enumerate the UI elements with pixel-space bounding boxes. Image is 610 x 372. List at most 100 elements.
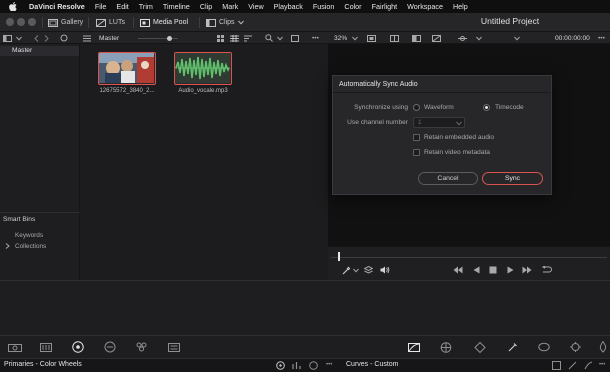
eyedropper-icon[interactable] [342, 266, 351, 275]
panel-layout-icon[interactable] [3, 33, 12, 43]
log-icon[interactable] [309, 361, 318, 370]
curve-options-icon[interactable] [584, 361, 593, 370]
menu-color[interactable]: Color [344, 2, 361, 11]
motion-effects-icon[interactable] [168, 343, 180, 352]
chevron-down-icon[interactable] [352, 33, 358, 43]
clip-name-audio[interactable]: Audio_vocale.mp3 [170, 88, 236, 94]
slider-handle[interactable] [167, 36, 172, 41]
loop-icon[interactable] [541, 266, 552, 274]
menu-file[interactable]: File [95, 2, 107, 11]
waveform-label[interactable]: Waveform [424, 104, 454, 111]
search-icon[interactable] [265, 33, 273, 43]
clip-name-video[interactable]: 12675572_3840_2... [94, 88, 160, 94]
metadata-icon[interactable] [291, 33, 299, 43]
retain-embedded-audio-label[interactable]: Retain embedded audio [424, 134, 494, 141]
tracker-icon[interactable] [538, 342, 550, 352]
forward-arrow-icon[interactable] [44, 33, 49, 43]
menu-timeline[interactable]: Timeline [163, 2, 190, 11]
color-warper-icon[interactable] [440, 342, 452, 353]
retain-video-metadata-label[interactable]: Retain video metadata [424, 149, 490, 156]
link-icon[interactable] [60, 33, 68, 43]
channel-number-label: Use channel number [347, 119, 408, 126]
reset-icon[interactable] [276, 361, 285, 370]
window-icon[interactable] [508, 342, 518, 352]
scrubber-track[interactable] [331, 257, 607, 258]
menu-mark[interactable]: Mark [222, 2, 238, 11]
color-match-icon[interactable] [40, 343, 52, 352]
smart-bin-collections[interactable]: Collections [15, 243, 46, 250]
menu-fusion[interactable]: Fusion [313, 2, 335, 11]
color-wheels-icon[interactable] [72, 341, 84, 353]
cancel-button[interactable]: Cancel [418, 172, 478, 185]
more-options-icon[interactable]: ••• [599, 361, 605, 368]
viewer-mode-icon[interactable] [367, 33, 376, 43]
thumbnail-view-icon[interactable] [217, 33, 225, 43]
more-options-icon[interactable]: ••• [598, 33, 605, 43]
volume-icon[interactable] [380, 266, 390, 274]
qualifier-icon[interactable] [474, 342, 486, 353]
bars-icon[interactable] [292, 361, 301, 370]
menu-fairlight[interactable]: Fairlight [372, 2, 398, 11]
playhead[interactable] [338, 252, 340, 261]
more-options-icon[interactable]: ••• [326, 361, 332, 368]
gang-icon[interactable] [458, 33, 467, 43]
timecode-label[interactable]: Timecode [495, 104, 524, 111]
split-view-icon[interactable] [390, 33, 399, 43]
timecode-radio[interactable] [483, 104, 490, 111]
zoom-level[interactable]: 32% [334, 33, 347, 43]
wipe-icon[interactable] [432, 33, 441, 43]
camera-raw-icon[interactable] [8, 343, 22, 352]
layers-icon[interactable] [364, 266, 373, 274]
rgb-mixer-icon[interactable] [136, 342, 147, 352]
clips-button[interactable]: Clips [206, 16, 244, 29]
gallery-button[interactable]: Gallery [48, 16, 83, 29]
smart-bin-keywords[interactable]: Keywords [15, 232, 43, 239]
more-options-icon[interactable]: ••• [312, 33, 319, 43]
chevron-down-icon[interactable] [277, 33, 283, 43]
retain-video-metadata-checkbox[interactable] [413, 149, 420, 156]
menu-edit[interactable]: Edit [116, 2, 128, 11]
play-reverse-icon[interactable] [473, 266, 480, 274]
menu-view[interactable]: View [248, 2, 263, 11]
menu-playback[interactable]: Playback [274, 2, 303, 11]
reset-curves-icon[interactable] [568, 361, 577, 370]
hdr-wheels-icon[interactable] [104, 341, 116, 353]
curve-link-icon[interactable] [552, 361, 561, 370]
media-pool-button[interactable]: Media Pool [140, 16, 188, 29]
list-view-icon[interactable] [83, 33, 91, 43]
magic-mask-icon[interactable] [570, 342, 581, 352]
minimize-window-button[interactable] [17, 18, 25, 26]
sort-icon[interactable] [244, 33, 252, 43]
menu-clip[interactable]: Clip [200, 2, 212, 11]
chevron-down-icon[interactable] [353, 268, 359, 273]
chevron-down-icon[interactable] [16, 33, 22, 43]
clip-thumbnail-audio[interactable] [174, 52, 232, 85]
menu-help[interactable]: Help [453, 2, 468, 11]
channel-number-select[interactable]: 1 [413, 117, 465, 128]
luts-button[interactable]: LUTs [96, 16, 125, 29]
clip-thumbnail-video[interactable] [98, 52, 156, 85]
waveform-radio[interactable] [413, 104, 420, 111]
chevron-down-icon[interactable] [514, 33, 520, 43]
retain-embedded-audio-checkbox[interactable] [413, 134, 420, 141]
curves-icon[interactable] [408, 343, 420, 352]
go-to-end-icon[interactable] [522, 266, 532, 274]
thumbnail-size-slider[interactable] [138, 38, 178, 39]
apple-menu-icon[interactable] [9, 2, 17, 11]
app-name-menu[interactable]: DaVinci Resolve [29, 2, 85, 11]
close-window-button[interactable] [6, 18, 14, 26]
zoom-window-button[interactable] [28, 18, 36, 26]
chevron-right-icon[interactable] [5, 243, 10, 249]
grid-view-icon[interactable] [230, 33, 239, 43]
bin-master[interactable]: Master [0, 46, 79, 56]
menu-workspace[interactable]: Workspace [407, 2, 443, 11]
play-icon[interactable] [507, 266, 514, 274]
sync-button[interactable]: Sync [482, 172, 543, 185]
reference-icon[interactable] [412, 33, 421, 43]
stop-icon[interactable] [489, 266, 497, 274]
menu-trim[interactable]: Trim [139, 2, 153, 11]
chevron-down-icon[interactable] [476, 33, 482, 43]
go-to-start-icon[interactable] [453, 266, 463, 274]
back-arrow-icon[interactable] [34, 33, 39, 43]
blur-icon[interactable] [598, 341, 608, 353]
